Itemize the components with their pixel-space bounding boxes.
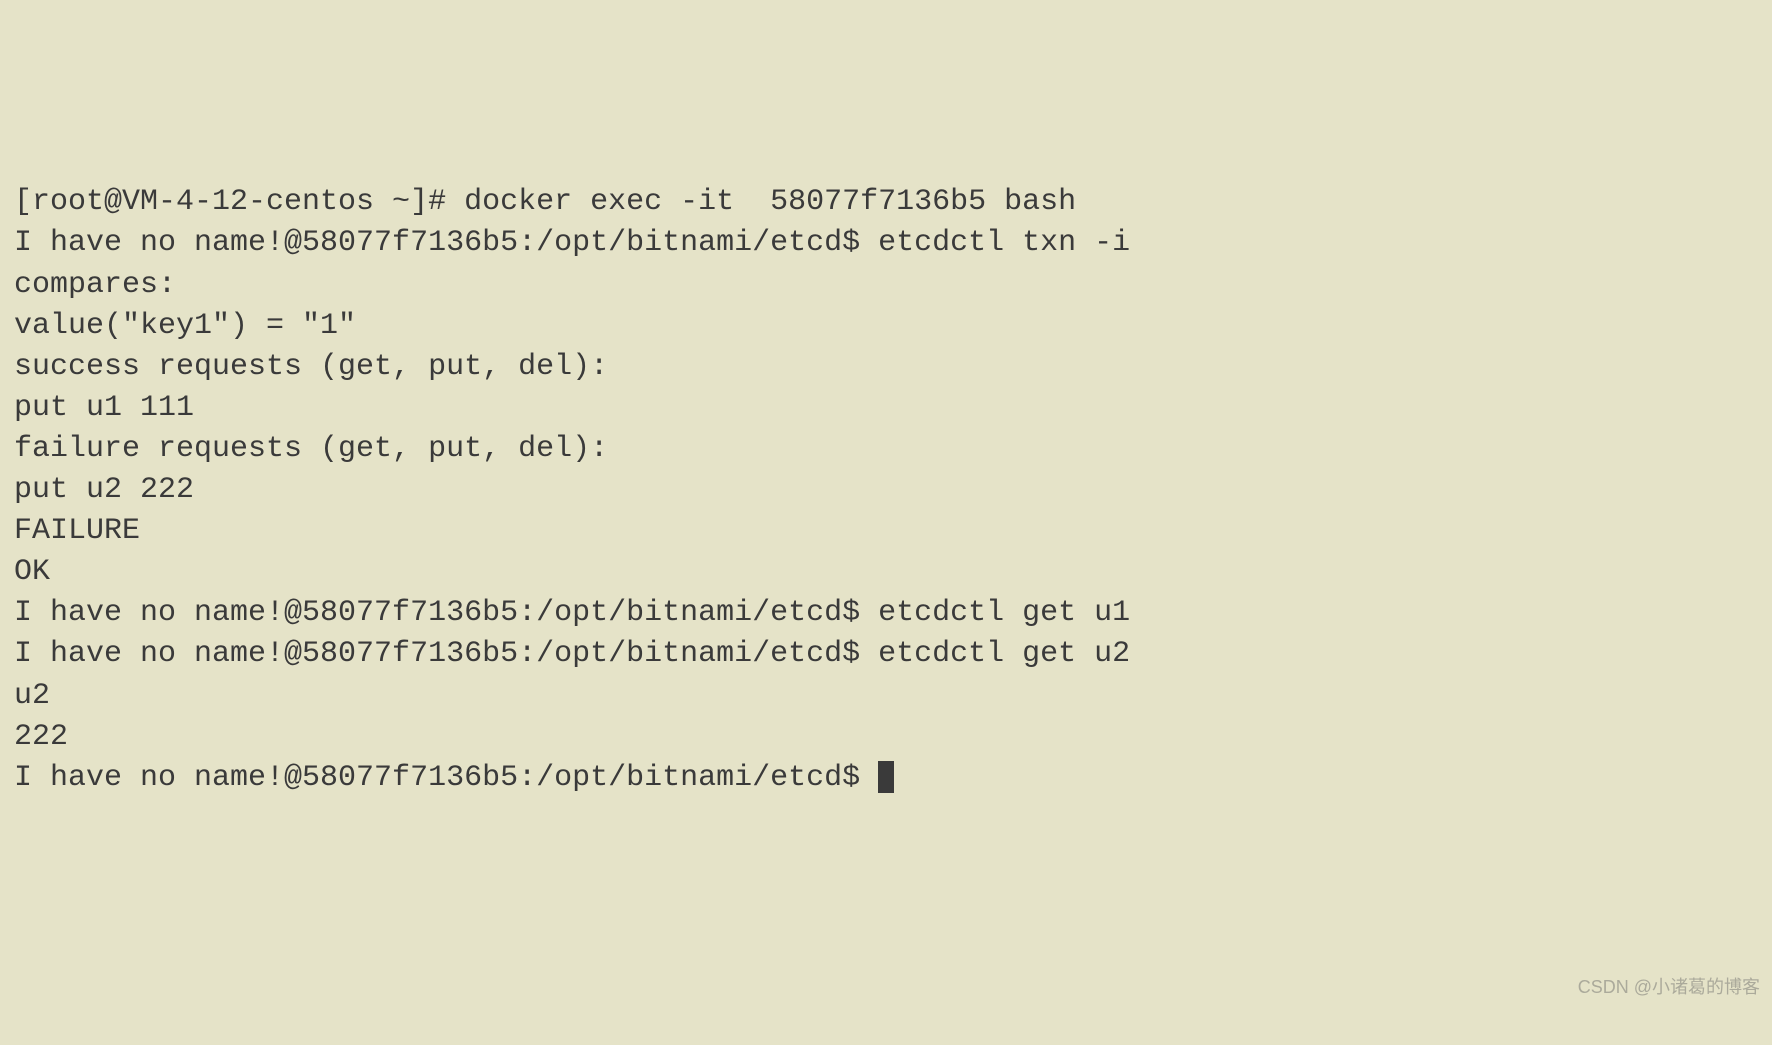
terminal-line: success requests (get, put, del): [14, 347, 1758, 388]
terminal-line: failure requests (get, put, del): [14, 429, 1758, 470]
terminal-line: u2 [14, 676, 1758, 717]
terminal-line: 222 [14, 717, 1758, 758]
terminal-output[interactable]: [root@VM-4-12-centos ~]# docker exec -it… [14, 182, 1758, 798]
terminal-line: OK [14, 552, 1758, 593]
watermark-text: CSDN @小诸葛的博客 [1578, 975, 1760, 1000]
terminal-line: I have no name!@58077f7136b5:/opt/bitnam… [14, 223, 1758, 264]
terminal-line: put u2 222 [14, 470, 1758, 511]
terminal-line: put u1 111 [14, 388, 1758, 429]
terminal-line: I have no name!@58077f7136b5:/opt/bitnam… [14, 593, 1758, 634]
terminal-line: [root@VM-4-12-centos ~]# docker exec -it… [14, 182, 1758, 223]
terminal-line: I have no name!@58077f7136b5:/opt/bitnam… [14, 634, 1758, 675]
terminal-line: value("key1") = "1" [14, 306, 1758, 347]
cursor-block [878, 761, 894, 793]
terminal-line: FAILURE [14, 511, 1758, 552]
terminal-line: compares: [14, 265, 1758, 306]
terminal-line: I have no name!@58077f7136b5:/opt/bitnam… [14, 758, 1758, 799]
